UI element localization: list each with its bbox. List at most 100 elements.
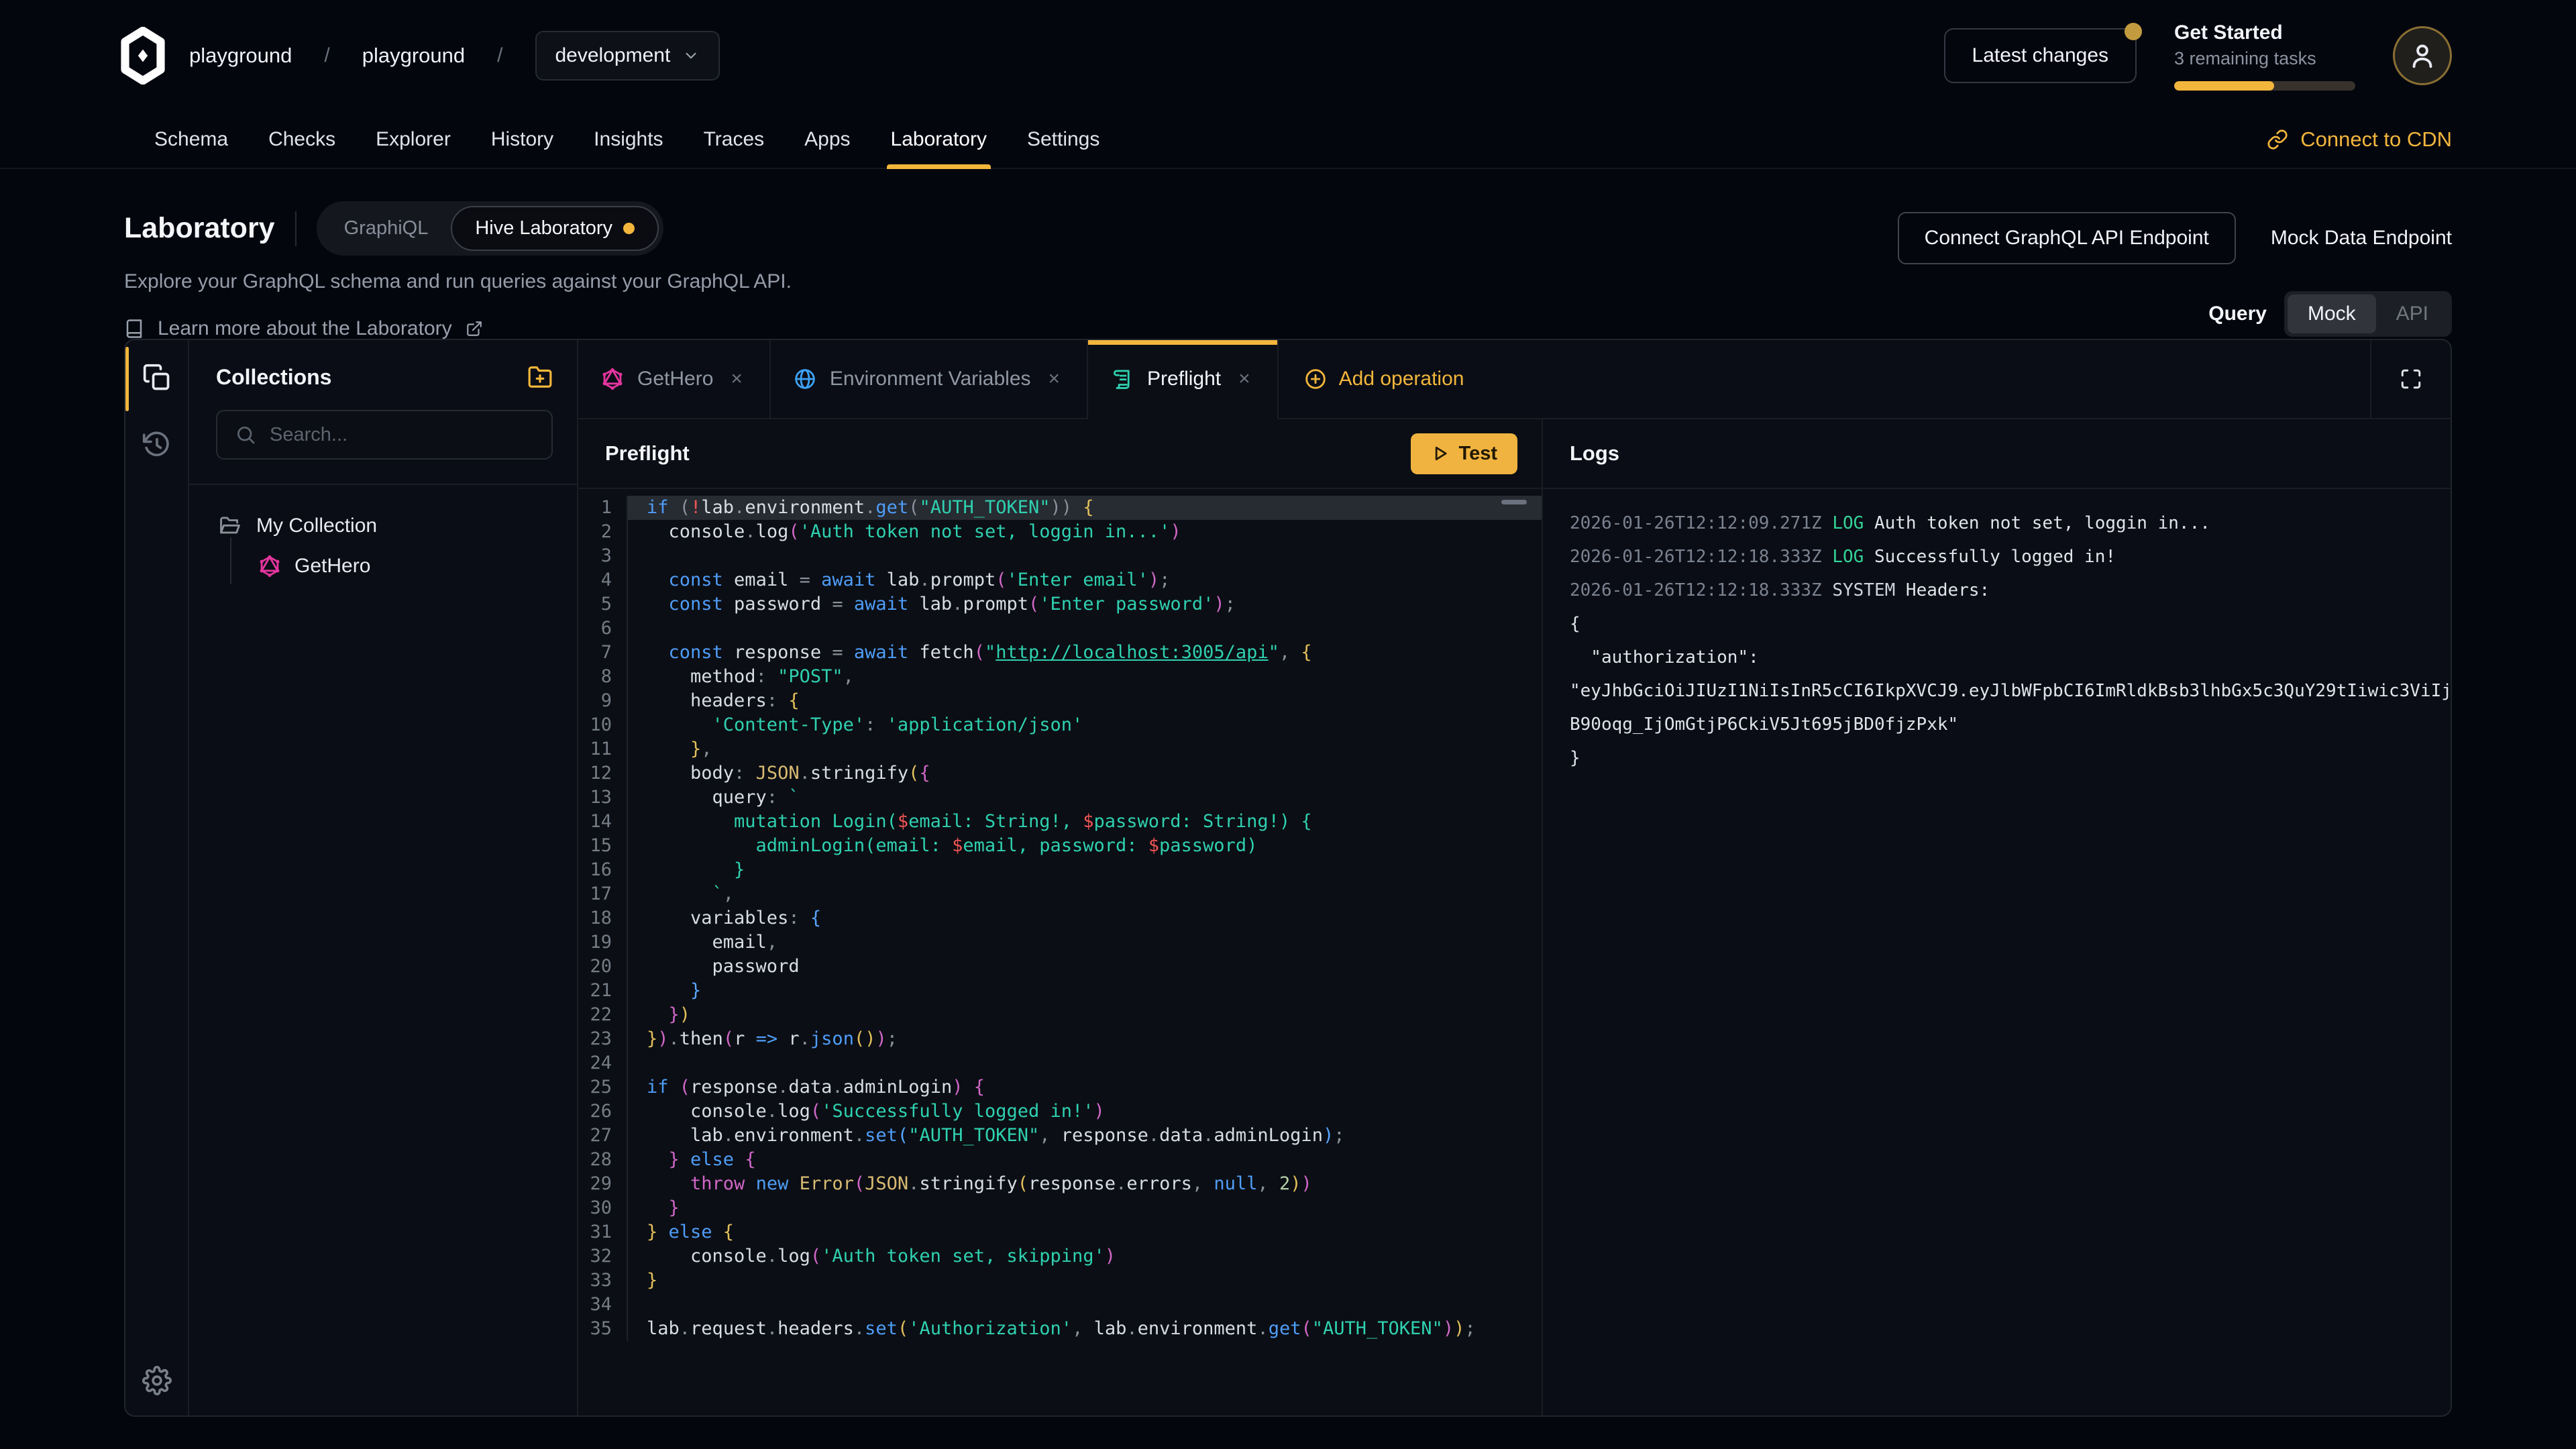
close-icon[interactable]: × <box>1234 366 1254 392</box>
code-line-12[interactable]: 12 body: JSON.stringify({ <box>578 761 1542 786</box>
nav-item-traces[interactable]: Traces <box>684 111 785 168</box>
breadcrumb: playground / playground / development <box>114 27 720 85</box>
test-button[interactable]: Test <box>1411 433 1517 474</box>
tab-preflight[interactable]: Preflight× <box>1088 340 1279 419</box>
code-line-9[interactable]: 9 headers: { <box>578 689 1542 713</box>
line-number: 15 <box>578 834 627 858</box>
target-select[interactable]: development <box>535 31 720 80</box>
nav-item-settings[interactable]: Settings <box>1007 111 1120 168</box>
add-operation-button[interactable]: Add operation <box>1288 368 1481 390</box>
nav-item-schema[interactable]: Schema <box>134 111 248 168</box>
code-line-30[interactable]: 30 } <box>578 1196 1542 1220</box>
code-line-35[interactable]: 35lab.request.headers.set('Authorization… <box>578 1317 1542 1341</box>
nav-item-apps[interactable]: Apps <box>784 111 870 168</box>
code-line-34[interactable]: 34 <box>578 1293 1542 1317</box>
code-line-32[interactable]: 32 console.log('Auth token set, skipping… <box>578 1244 1542 1269</box>
top-header: playground / playground / development La… <box>0 0 2576 111</box>
user-avatar[interactable] <box>2393 26 2452 85</box>
breadcrumb-project[interactable]: playground <box>362 44 465 68</box>
nav-item-checks[interactable]: Checks <box>248 111 356 168</box>
collection-folder[interactable]: My Collection <box>219 515 577 537</box>
nav-item-laboratory[interactable]: Laboratory <box>871 111 1007 168</box>
code-line-19[interactable]: 19 email, <box>578 930 1542 955</box>
code-line-18[interactable]: 18 variables: { <box>578 906 1542 930</box>
code-line-26[interactable]: 26 console.log('Successfully logged in!'… <box>578 1099 1542 1124</box>
nav-item-insights[interactable]: Insights <box>574 111 683 168</box>
tab-environment-variables[interactable]: Environment Variables× <box>771 340 1088 419</box>
line-content: } <box>627 858 1542 882</box>
code-line-29[interactable]: 29 throw new Error(JSON.stringify(respon… <box>578 1172 1542 1196</box>
code-line-5[interactable]: 5 const password = await lab.prompt('Ent… <box>578 592 1542 616</box>
learn-more-link[interactable]: Learn more about the Laboratory <box>124 317 792 340</box>
collections-rail-icon[interactable] <box>142 363 172 392</box>
code-line-27[interactable]: 27 lab.environment.set("AUTH_TOKEN", res… <box>578 1124 1542 1148</box>
close-icon[interactable]: × <box>727 366 747 392</box>
collections-search[interactable] <box>216 410 553 460</box>
line-number: 31 <box>578 1220 627 1244</box>
code-line-22[interactable]: 22 }) <box>578 1003 1542 1027</box>
search-input[interactable] <box>270 424 534 446</box>
code-line-1[interactable]: 1if (!lab.environment.get("AUTH_TOKEN"))… <box>578 496 1542 520</box>
new-collection-icon[interactable] <box>527 364 553 390</box>
target-select-value: development <box>555 44 671 67</box>
code-line-28[interactable]: 28 } else { <box>578 1148 1542 1172</box>
collapse-handle[interactable] <box>1501 500 1527 504</box>
code-line-10[interactable]: 10 'Content-Type': 'application/json' <box>578 713 1542 737</box>
line-content: mutation Login($email: String!, $passwor… <box>627 810 1542 834</box>
line-content: variables: { <box>627 906 1542 930</box>
line-number: 18 <box>578 906 627 930</box>
mode-option-api[interactable]: API <box>2376 294 2449 333</box>
line-content: password <box>627 955 1542 979</box>
code-line-13[interactable]: 13 query: ` <box>578 786 1542 810</box>
mock-endpoint-button[interactable]: Mock Data Endpoint <box>2271 227 2452 250</box>
code-line-3[interactable]: 3 <box>578 544 1542 568</box>
code-line-33[interactable]: 33} <box>578 1269 1542 1293</box>
line-number: 3 <box>578 544 627 568</box>
nav-item-history[interactable]: History <box>471 111 574 168</box>
graphql-icon <box>601 368 624 390</box>
line-content: if (response.data.adminLogin) { <box>627 1075 1542 1099</box>
code-line-21[interactable]: 21 } <box>578 979 1542 1003</box>
tab-gethero[interactable]: GetHero× <box>578 340 771 419</box>
nav-item-explorer[interactable]: Explorer <box>356 111 471 168</box>
code-line-8[interactable]: 8 method: "POST", <box>578 665 1542 689</box>
breadcrumb-org[interactable]: playground <box>189 44 292 68</box>
book-icon <box>124 319 144 339</box>
code-line-15[interactable]: 15 adminLogin(email: $email, password: $… <box>578 834 1542 858</box>
get-started-widget[interactable]: Get Started 3 remaining tasks <box>2174 21 2355 91</box>
code-line-14[interactable]: 14 mutation Login($email: String!, $pass… <box>578 810 1542 834</box>
code-line-6[interactable]: 6 <box>578 616 1542 641</box>
code-line-23[interactable]: 23}).then(r => r.json()); <box>578 1027 1542 1051</box>
play-icon <box>1431 444 1450 463</box>
page-title: Laboratory <box>124 212 275 245</box>
code-line-31[interactable]: 31} else { <box>578 1220 1542 1244</box>
code-line-16[interactable]: 16 } <box>578 858 1542 882</box>
close-icon[interactable]: × <box>1044 366 1065 392</box>
history-rail-icon[interactable] <box>142 430 172 460</box>
code-line-20[interactable]: 20 password <box>578 955 1542 979</box>
fullscreen-button[interactable] <box>2370 340 2451 419</box>
lab-toggle-graphiql[interactable]: GraphiQL <box>321 207 451 250</box>
preflight-code-editor[interactable]: 1if (!lab.environment.get("AUTH_TOKEN"))… <box>578 489 1542 1415</box>
code-line-7[interactable]: 7 const response = await fetch("http://l… <box>578 641 1542 665</box>
code-line-11[interactable]: 11 }, <box>578 737 1542 761</box>
person-icon <box>2407 40 2438 71</box>
code-line-4[interactable]: 4 const email = await lab.prompt('Enter … <box>578 568 1542 592</box>
settings-gear-icon[interactable] <box>142 1366 172 1395</box>
line-content: } <box>627 1269 1542 1293</box>
code-line-2[interactable]: 2 console.log('Auth token not set, loggi… <box>578 520 1542 544</box>
code-line-25[interactable]: 25if (response.data.adminLogin) { <box>578 1075 1542 1099</box>
laboratory-description: Explore your GraphQL schema and run quer… <box>124 270 792 293</box>
operation-item-gethero[interactable]: GetHero <box>258 555 577 578</box>
code-line-17[interactable]: 17 `, <box>578 882 1542 906</box>
hive-logo-icon[interactable] <box>114 27 172 85</box>
breadcrumb-separator: / <box>324 44 329 67</box>
latest-changes-button[interactable]: Latest changes <box>1944 28 2137 83</box>
connect-endpoint-button[interactable]: Connect GraphQL API Endpoint <box>1898 212 2236 264</box>
lab-toggle-hive-laboratory[interactable]: Hive Laboratory <box>451 206 659 251</box>
connect-to-cdn-link[interactable]: Connect to CDN <box>2267 127 2452 152</box>
line-content: } <box>627 1196 1542 1220</box>
code-line-24[interactable]: 24 <box>578 1051 1542 1075</box>
preflight-editor-pane: Preflight Test 1if (!lab.environment.get… <box>578 419 1543 1415</box>
mode-option-mock[interactable]: Mock <box>2288 294 2376 333</box>
